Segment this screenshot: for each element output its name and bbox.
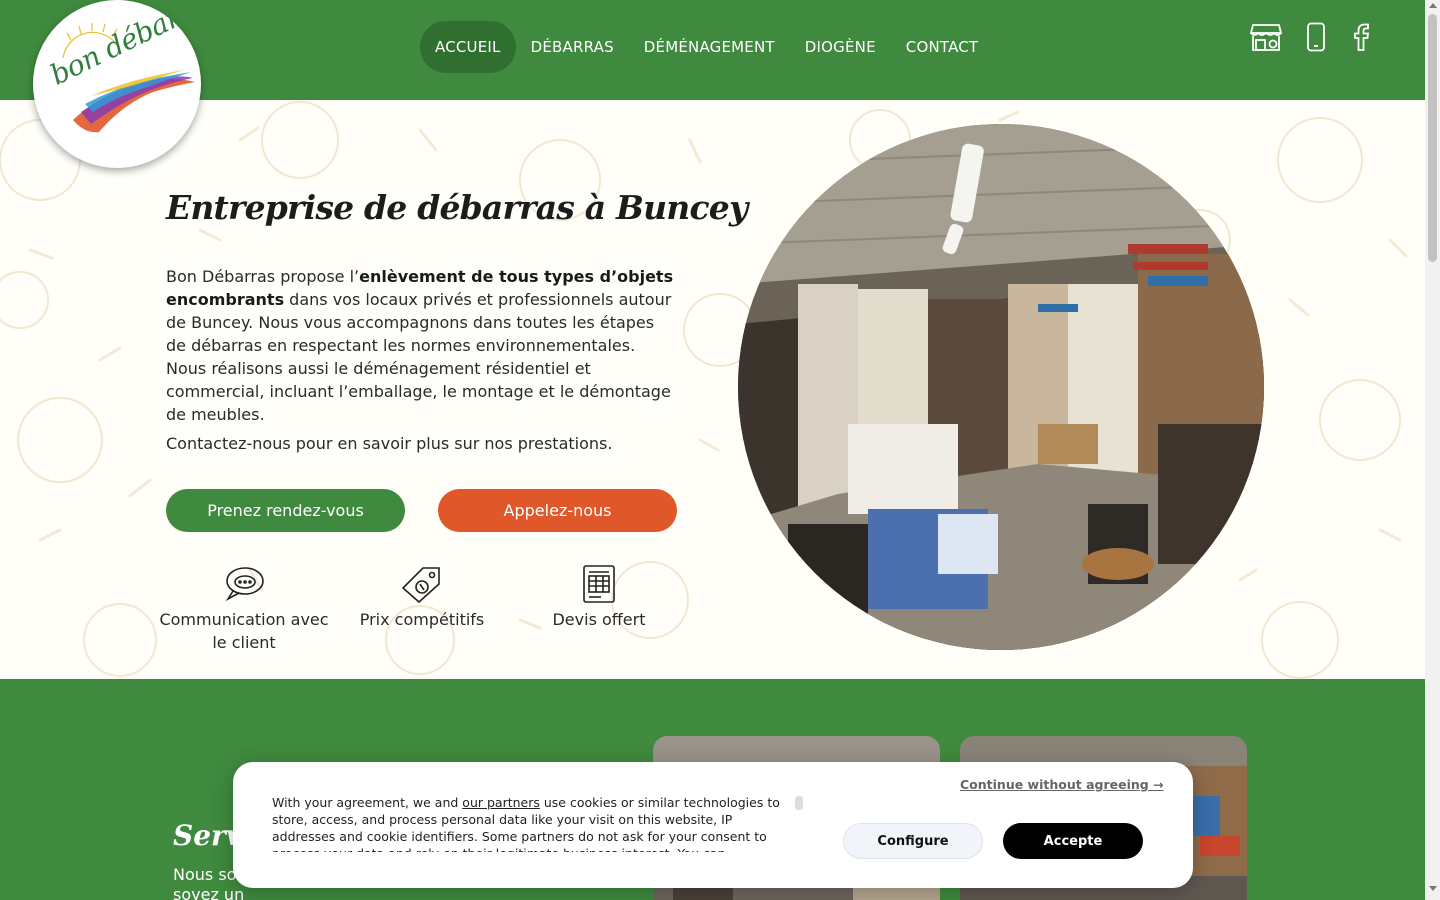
- cookie-text: With your agreement, we and our partners…: [272, 794, 792, 852]
- hero-section: Entreprise de débarras à Buncey Bon Déba…: [0, 100, 1425, 679]
- facebook-icon[interactable]: [1352, 20, 1370, 54]
- feature-communication: Communication avec le client: [154, 564, 334, 654]
- hero-desc-part-2: dans vos locaux privés et professionnels…: [166, 290, 672, 424]
- appointment-button[interactable]: Prenez rendez-vous: [166, 489, 405, 532]
- hero-photo: [738, 124, 1264, 650]
- feature-label: Devis offert: [552, 610, 646, 629]
- nav-item-demenagement[interactable]: DÉMÉNAGEMENT: [629, 21, 790, 73]
- header-icons: [1250, 20, 1384, 54]
- feature-prices: Prix compétitifs: [332, 564, 512, 631]
- hero-title: Entreprise de débarras à Buncey: [166, 188, 748, 227]
- nav-item-debarras[interactable]: DÉBARRAS: [516, 21, 629, 73]
- partners-link[interactable]: our partners: [462, 795, 540, 810]
- feature-quote: Devis offert: [509, 564, 689, 631]
- call-button[interactable]: Appelez-nous: [438, 489, 677, 532]
- site-header: ACCUEIL DÉBARRAS DÉMÉNAGEMENT DIOGÈNE CO…: [0, 0, 1425, 100]
- scroll-down-arrow[interactable]: [1429, 886, 1437, 891]
- nav-item-diogene[interactable]: DIOGÈNE: [790, 21, 891, 73]
- hero-desc-part-1: Bon Débarras propose l’: [166, 267, 360, 286]
- accept-button[interactable]: Accepte: [1003, 823, 1143, 859]
- configure-button[interactable]: Configure: [843, 823, 983, 859]
- cookie-consent-dialog: With your agreement, we and our partners…: [233, 762, 1193, 888]
- feature-label: Prix compétitifs: [359, 610, 485, 629]
- brand-logo[interactable]: bon débarras: [33, 0, 201, 168]
- continue-without-agreeing-link[interactable]: Continue without agreeing →: [960, 777, 1164, 792]
- page-scrollbar[interactable]: [1425, 0, 1440, 900]
- chat-bubble-icon: [154, 564, 334, 604]
- nav-item-accueil[interactable]: ACCUEIL: [420, 21, 516, 73]
- hero-contact-line: Contactez-nous pour en savoir plus sur n…: [166, 434, 613, 453]
- hero-description: Bon Débarras propose l’enlèvement de tou…: [166, 265, 676, 426]
- price-tag-icon: [332, 564, 512, 604]
- scroll-thumb[interactable]: [1428, 14, 1437, 262]
- feature-label: Communication avec le client: [159, 610, 329, 652]
- cookie-text-part-1: With your agreement, we and: [272, 795, 463, 810]
- phone-icon[interactable]: [1306, 20, 1326, 54]
- scroll-up-arrow[interactable]: [1429, 3, 1437, 8]
- quote-document-icon: [509, 564, 689, 604]
- store-icon[interactable]: [1250, 20, 1282, 54]
- main-nav: ACCUEIL DÉBARRAS DÉMÉNAGEMENT DIOGÈNE CO…: [420, 21, 993, 73]
- nav-item-contact[interactable]: CONTACT: [891, 21, 994, 73]
- cookie-text-scrollbar[interactable]: [795, 796, 803, 810]
